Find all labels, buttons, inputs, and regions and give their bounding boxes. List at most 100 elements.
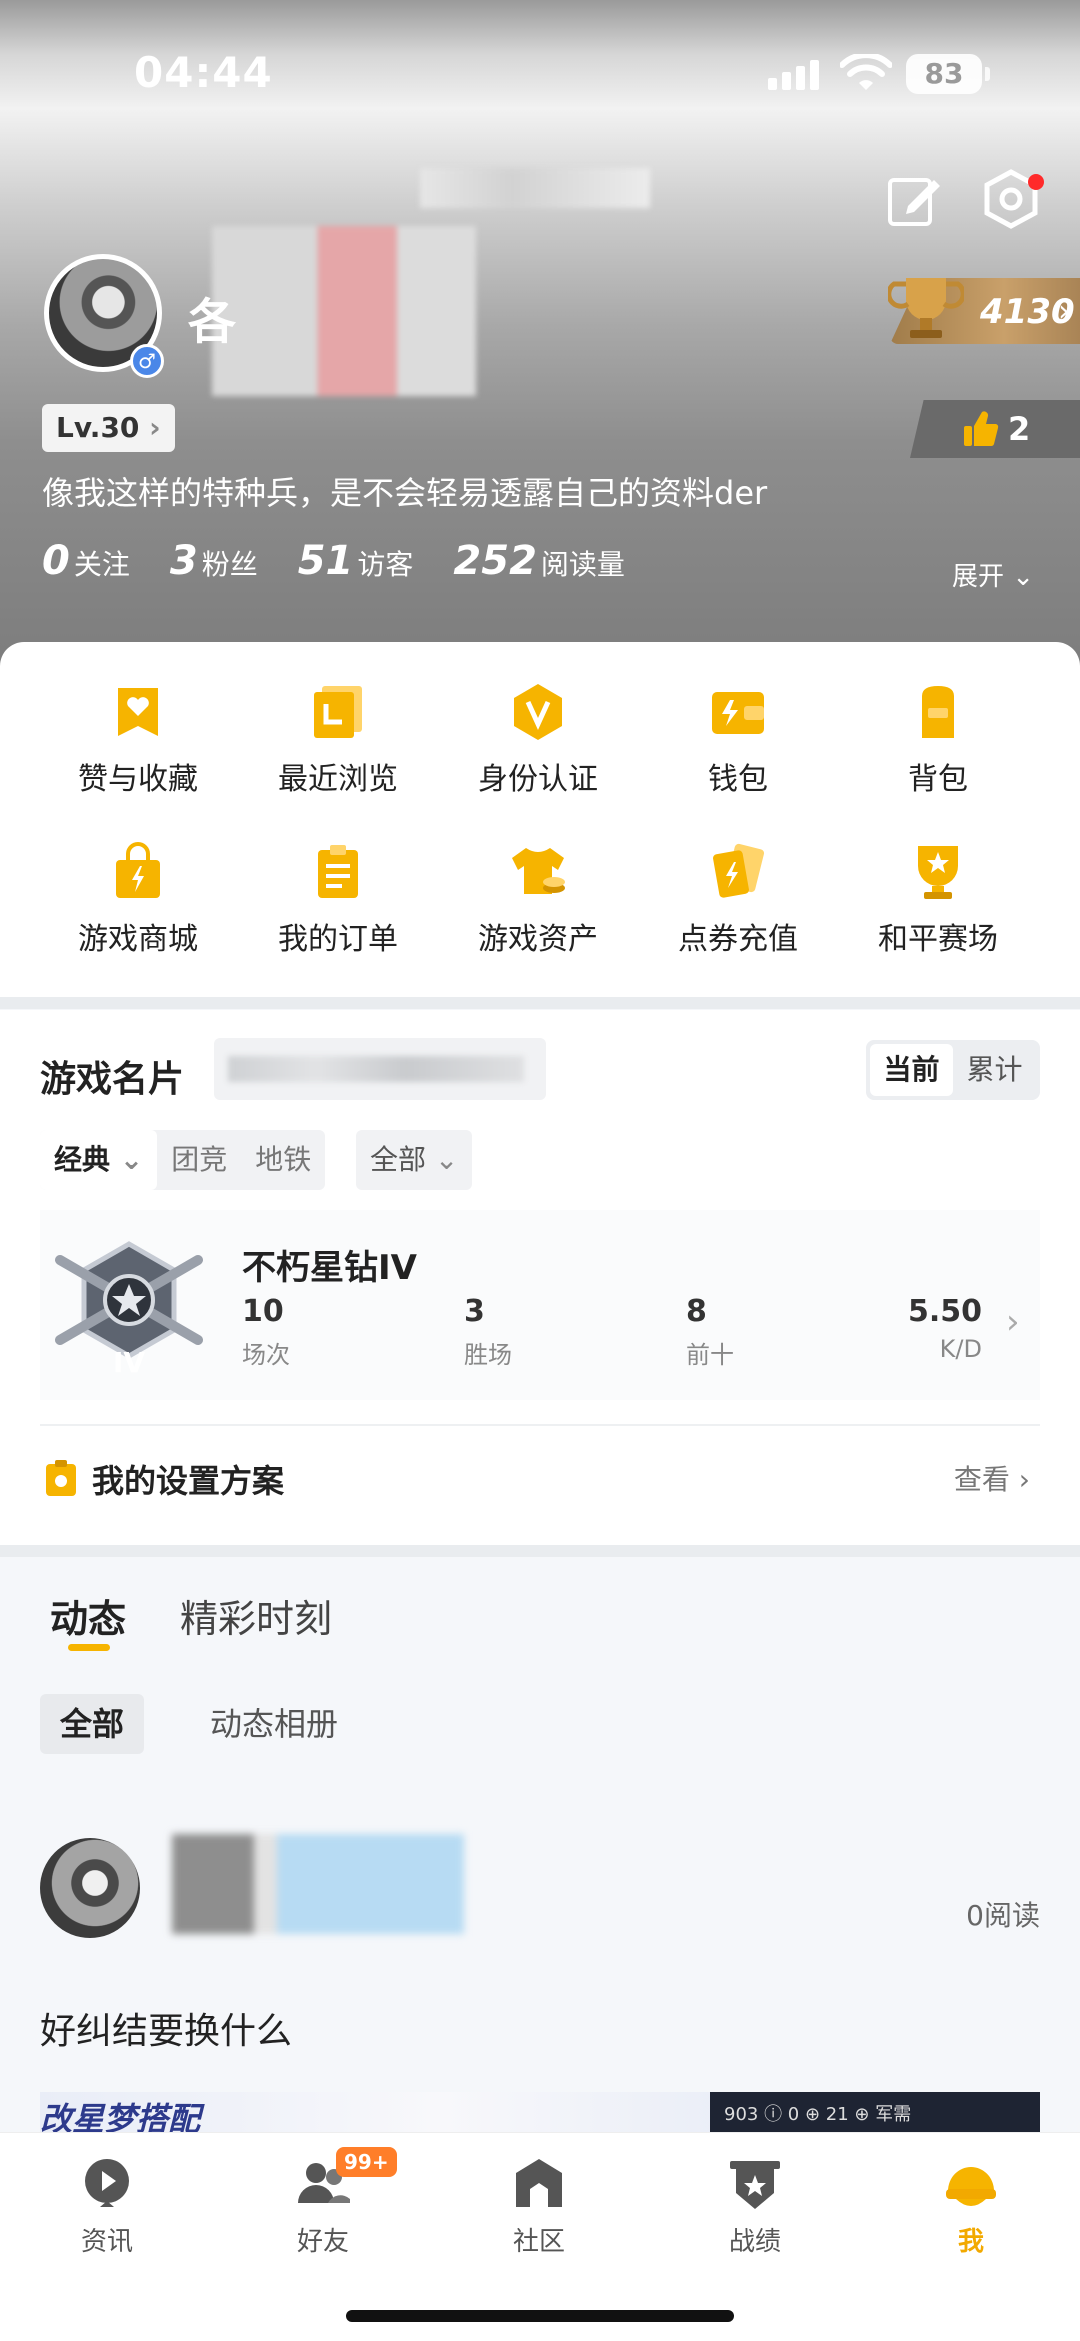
stat-label: 阅读量 (540, 548, 625, 581)
function-grid: 赞与收藏 最近浏览 身份认证 钱包 背包 游戏商城 我的订单 游戏资产 点券充值… (0, 682, 1080, 958)
nav-label: 好友 (296, 2227, 349, 2257)
grid-item-likes[interactable]: 赞与收藏 (38, 682, 238, 798)
grid-item-backpack[interactable]: 背包 (838, 682, 1038, 798)
rank-badge-icon: IV (55, 1241, 203, 1379)
grid-label: 点券充值 (678, 922, 798, 957)
tab-posts[interactable]: 动态 (50, 1588, 126, 1643)
stat-value: 252 (453, 538, 537, 584)
grid-label: 我的订单 (278, 922, 398, 957)
rank-stat-label: 场次 (242, 1341, 290, 1369)
mode-team[interactable]: 团竞 (157, 1130, 241, 1190)
rank-stats: 10 场次 3 胜场 8 前十 5.50 K/D (242, 1294, 982, 1370)
cellular-signal-icon (768, 58, 822, 90)
status-time: 04:44 (134, 48, 273, 97)
nav-community[interactable]: 社区 (479, 2155, 599, 2258)
grid-item-arena[interactable]: 和平赛场 (838, 842, 1038, 958)
chevron-right-icon: › (149, 411, 161, 444)
grid-item-assets[interactable]: 游戏资产 (438, 842, 638, 958)
community-house-icon (516, 2159, 562, 2207)
stat-label: 粉丝 (201, 548, 258, 581)
tab-current[interactable]: 当前 (870, 1044, 953, 1096)
level-badge[interactable]: Lv.30 › (42, 404, 175, 452)
history-card-icon (314, 686, 362, 738)
coupon-cards-icon (713, 843, 765, 898)
rank-stat-label: 胜场 (463, 1341, 512, 1369)
like-button[interactable]: 2 (910, 400, 1080, 458)
grid-label: 最近浏览 (278, 762, 398, 797)
grid-item-verify[interactable]: 身份认证 (438, 682, 638, 798)
grid-label: 和平赛场 (878, 922, 998, 957)
grid-item-recharge[interactable]: 点券充值 (638, 842, 838, 958)
status-bar: 04:44 83 (0, 40, 1080, 110)
rank-summary[interactable]: IV 不朽星钻IV 10 场次 3 胜场 8 前十 5.50 K/D › (40, 1210, 1040, 1400)
chevron-down-icon: ⌄ (1012, 562, 1035, 592)
stat-label: 访客 (357, 548, 414, 581)
thumbs-up-icon (964, 411, 999, 447)
grid-label: 游戏资产 (478, 922, 598, 957)
mode-classic[interactable]: 经典 ⌄ (40, 1130, 158, 1190)
nav-label: 战绩 (728, 2227, 781, 2257)
expand-button[interactable]: 展开 ⌄ (952, 556, 1034, 593)
grid-item-shop[interactable]: 游戏商城 (38, 842, 238, 958)
grid-item-wallet[interactable]: 钱包 (638, 682, 838, 798)
home-indicator (346, 2310, 734, 2322)
order-clipboard-icon (318, 845, 358, 898)
game-card: 游戏名片 当前 累计 经典 ⌄ 团竞 地铁 全部 ⌄ IV 不朽星钻IV 10 场… (0, 1010, 1080, 1545)
like-count: 2 (1008, 410, 1031, 448)
grid-label: 游戏商城 (78, 922, 198, 957)
wallet-icon (712, 692, 764, 734)
filter-all[interactable]: 全部 (40, 1694, 145, 1754)
tab-highlights[interactable]: 精彩时刻 (180, 1588, 332, 1643)
nav-me[interactable]: 我 (911, 2155, 1031, 2258)
grid-item-history[interactable]: 最近浏览 (238, 682, 438, 798)
rank-stat-matches: 10 场次 (242, 1294, 290, 1370)
record-shield-icon (730, 2161, 780, 2209)
grid-label: 钱包 (708, 762, 768, 797)
post-read-count: 0阅读 (966, 1899, 1040, 1932)
filter-album[interactable]: 动态相册 (190, 1694, 358, 1754)
period-toggle: 当前 累计 (866, 1040, 1040, 1100)
backpack-icon (922, 686, 954, 738)
clipboard-gear-icon (46, 1460, 76, 1496)
grid-item-orders[interactable]: 我的订单 (238, 842, 438, 958)
trophy-icon (888, 278, 964, 338)
stat-following[interactable]: 0 关注 (42, 538, 130, 584)
svg-text:IV: IV (113, 1346, 145, 1379)
battery-icon: 83 (906, 54, 990, 94)
post-title[interactable]: 好纠结要换什么 (40, 2002, 292, 2054)
mode-metro[interactable]: 地铁 (241, 1130, 325, 1190)
stat-value: 51 (297, 538, 354, 584)
nickname: 各 (188, 294, 237, 350)
friends-badge: 99+ (336, 2147, 397, 2177)
wifi-icon (840, 54, 892, 90)
edit-icon[interactable] (886, 172, 942, 228)
blurred-server-selector[interactable] (214, 1038, 546, 1100)
verified-badge-icon (514, 684, 562, 740)
level-text: Lv.30 (56, 411, 140, 444)
blurred-post-author (172, 1834, 464, 1934)
battery-level: 83 (924, 57, 964, 90)
chevron-down-icon: ⌄ (434, 1143, 459, 1176)
mode-tabs: 经典 ⌄ 团竞 地铁 (40, 1130, 326, 1190)
stat-fans[interactable]: 3 粉丝 (170, 538, 258, 584)
heart-ribbon-icon (118, 688, 158, 736)
stat-value: 0 (42, 538, 70, 584)
grid-label: 背包 (908, 762, 968, 797)
scope-dropdown[interactable]: 全部 ⌄ (356, 1130, 473, 1190)
blurred-nickname-top (420, 168, 650, 208)
nav-records[interactable]: 战绩 (695, 2155, 815, 2258)
settings-plan-row[interactable]: 我的设置方案 查看 › (40, 1424, 1040, 1524)
section-divider (0, 1545, 1080, 1557)
stat-label: 关注 (73, 548, 130, 581)
settings-view-link[interactable]: 查看 › (954, 1458, 1030, 1498)
rank-stat-label: K/D (939, 1335, 982, 1363)
chevron-right-icon: › (1058, 294, 1070, 329)
section-divider (0, 997, 1080, 1009)
rank-stat-value: 5.50 (907, 1294, 982, 1329)
stat-visitors[interactable]: 51 访客 (298, 538, 414, 584)
nav-news[interactable]: 资讯 (47, 2155, 167, 2258)
tab-total[interactable]: 累计 (953, 1044, 1036, 1096)
view-label: 查看 (953, 1463, 1010, 1496)
post-avatar[interactable] (40, 1838, 140, 1938)
nav-label: 社区 (512, 2227, 565, 2257)
